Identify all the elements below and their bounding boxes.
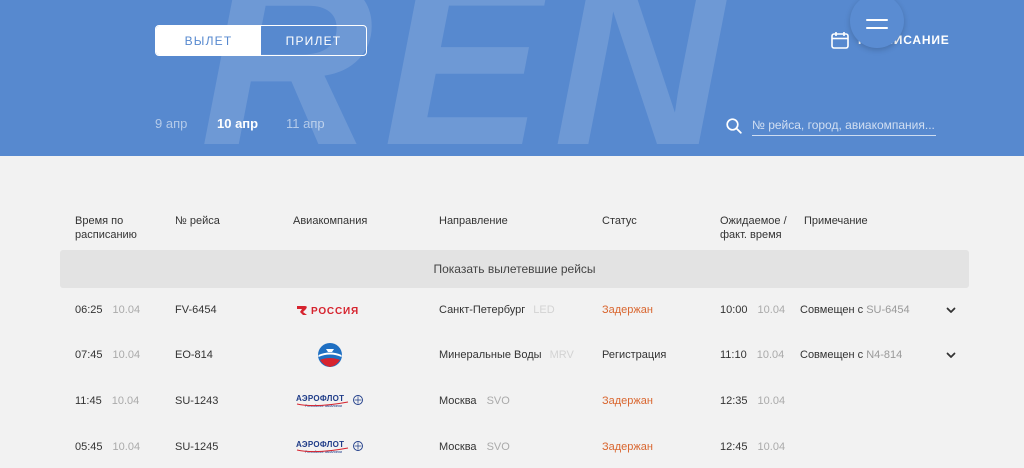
note-cell: Совмещен с SU-6454: [800, 290, 910, 330]
expand-row-button[interactable]: [945, 290, 957, 330]
header-airline: Авиакомпания: [293, 215, 368, 227]
scheduled-time-cell: 07:45 10.04: [75, 335, 140, 375]
flight-number: FV-6454: [175, 304, 217, 316]
header-direction: Направление: [439, 215, 508, 227]
header-status: Статус: [602, 215, 637, 227]
rossiya-logo: РОССИЯ: [296, 290, 366, 330]
direction-cell: Москва SVO: [439, 381, 510, 421]
city-name: Минеральные Воды: [439, 349, 542, 361]
expected-time-cell: 10:00 10.04: [720, 290, 785, 330]
note-prefix: Совмещен с: [800, 304, 864, 316]
status-text: Регистрация: [602, 349, 667, 361]
chevron-down-icon: [946, 352, 956, 358]
note-cell: Совмещен с N4-814: [800, 335, 902, 375]
rossiya-text: РОССИЯ: [311, 306, 359, 317]
menu-bar: [866, 19, 888, 21]
airport-code: SVO: [486, 441, 510, 453]
header-flight-no: № рейса: [175, 215, 220, 227]
expected-time: 10:00: [720, 304, 748, 316]
table-row[interactable]: 11:45 10.04 SU-1243 АЭРОФЛОТ Российские …: [0, 381, 1024, 421]
flight-number: EO-814: [175, 349, 213, 361]
search-icon[interactable]: [726, 118, 742, 134]
table-header: Время по расписанию № рейса Авиакомпания…: [0, 214, 1024, 244]
city-name: Москва: [439, 395, 477, 407]
menu-bar: [866, 27, 888, 29]
expected-time: 11:10: [720, 349, 747, 361]
chevron-down-icon: [946, 307, 956, 313]
expected-time-cell: 11:10 10.04: [720, 335, 784, 375]
header-scheduled-time: Время по расписанию: [75, 215, 137, 241]
header-banner: REN ВЫЛЕТ ПРИЛЕТ РАСПИСАНИЕ 9 апр 10 апр…: [0, 0, 1024, 156]
table-row[interactable]: 07:45 10.04 EO-814 Минеральные Воды MRV …: [0, 335, 1024, 375]
direction-toggle: ВЫЛЕТ ПРИЛЕТ: [155, 25, 367, 56]
note-code: N4-814: [866, 349, 903, 361]
direction-cell: Москва SVO: [439, 427, 510, 467]
calendar-icon: [831, 32, 849, 49]
tab-arrival[interactable]: ПРИЛЕТ: [261, 26, 366, 55]
search-box: [726, 116, 936, 136]
airport-code: LED: [533, 304, 555, 316]
status-text: Задержан: [602, 441, 653, 453]
scheduled-time: 07:45: [75, 349, 103, 361]
scheduled-time-cell: 11:45 10.04: [75, 381, 139, 421]
aeroflot-logo: АЭРОФЛОТ Российские авиалинии: [296, 381, 366, 421]
status-text: Задержан: [602, 395, 653, 407]
flight-number: SU-1245: [175, 441, 219, 453]
date-tab-current[interactable]: 10 апр: [217, 116, 258, 131]
status-text: Задержан: [602, 304, 653, 316]
scheduled-date: 10.04: [111, 395, 140, 407]
aeroflot-text: АЭРОФЛОТ: [296, 394, 344, 403]
expand-row-button[interactable]: [945, 335, 957, 375]
expected-time: 12:45: [720, 441, 748, 453]
date-tab-next[interactable]: 11 апр: [286, 116, 325, 131]
ikar-logo: [316, 335, 344, 375]
table-row[interactable]: 05:45 10.04 SU-1245 АЭРОФЛОТ Российские …: [0, 427, 1024, 467]
note-code: SU-6454: [866, 304, 910, 316]
expected-time-cell: 12:35 10.04: [720, 381, 785, 421]
aeroflot-logo: АЭРОФЛОТ Российские авиалинии: [296, 427, 366, 467]
expected-date: 10.04: [757, 395, 786, 407]
scheduled-time: 05:45: [75, 441, 103, 453]
expected-time-cell: 12:45 10.04: [720, 427, 785, 467]
city-name: Москва: [439, 441, 477, 453]
airport-code: SVO: [486, 395, 510, 407]
table-row[interactable]: 06:25 10.04 FV-6454 РОССИЯ Санкт-Петербу…: [0, 290, 1024, 330]
scheduled-time-cell: 05:45 10.04: [75, 427, 140, 467]
expected-date: 10.04: [757, 304, 786, 316]
scheduled-date: 10.04: [112, 441, 141, 453]
search-input[interactable]: [752, 116, 936, 136]
expected-date: 10.04: [756, 349, 785, 361]
expected-date: 10.04: [757, 441, 786, 453]
scheduled-date: 10.04: [112, 349, 141, 361]
header-note: Примечание: [804, 215, 868, 227]
aeroflot-text: АЭРОФЛОТ: [296, 440, 344, 449]
scheduled-time: 11:45: [75, 395, 102, 407]
flight-number: SU-1243: [175, 395, 219, 407]
scheduled-date: 10.04: [112, 304, 141, 316]
scheduled-time-cell: 06:25 10.04: [75, 290, 140, 330]
direction-cell: Минеральные Воды MRV: [439, 335, 574, 375]
watermark-text: REN: [200, 0, 737, 156]
expected-time: 12:35: [720, 395, 748, 407]
note-prefix: Совмещен с: [800, 349, 864, 361]
tab-departure[interactable]: ВЫЛЕТ: [156, 26, 261, 55]
scheduled-time: 06:25: [75, 304, 103, 316]
direction-cell: Санкт-Петербург LED: [439, 290, 555, 330]
airport-code: MRV: [549, 349, 574, 361]
date-tab-prev[interactable]: 9 апр: [155, 116, 187, 131]
header-expected-time: Ожидаемое / факт. время: [720, 215, 787, 241]
city-name: Санкт-Петербург: [439, 304, 526, 316]
show-departed-button[interactable]: Показать вылетевшие рейсы: [60, 250, 969, 288]
